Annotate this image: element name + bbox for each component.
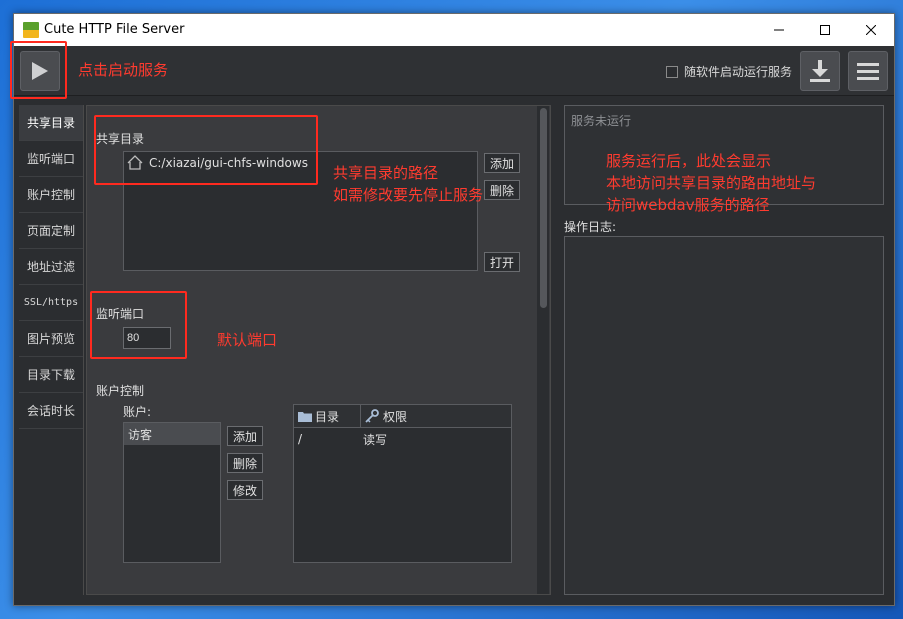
service-annotation-line: 服务运行后，此处会显示 xyxy=(606,152,772,170)
autostart-checkbox[interactable] xyxy=(666,65,678,78)
minimize-icon xyxy=(774,29,784,31)
account-user-list[interactable]: 访客 xyxy=(123,422,221,563)
app-logo-icon xyxy=(23,22,39,38)
folder-icon xyxy=(298,412,312,422)
maximize-icon xyxy=(820,25,830,35)
permission-table-header: 目录 权限 xyxy=(294,405,511,428)
sidebar-item-label: SSL/https xyxy=(23,297,79,308)
sidebar-item-label: 地址过滤 xyxy=(26,260,75,274)
table-cell-dir: / xyxy=(298,432,303,446)
menu-button[interactable] xyxy=(848,51,888,91)
key-icon xyxy=(365,409,379,423)
list-item[interactable]: 访客 xyxy=(124,423,220,445)
download-button[interactable] xyxy=(800,51,840,91)
service-annotation: 服务运行后，此处会显示 本地访问共享目录的路由地址与 访问webdav服务的路径 xyxy=(606,150,816,216)
path-annotation-line: 共享目录的路径 xyxy=(333,164,439,182)
sidebar-item-ssl[interactable]: SSL/https xyxy=(19,285,83,321)
sidebar-item-filter[interactable]: 地址过滤 xyxy=(19,249,83,285)
sidebar-item-label: 会话时长 xyxy=(26,404,75,418)
permission-table[interactable]: 目录 权限 / 读写 xyxy=(293,404,512,563)
service-annotation-line: 本地访问共享目录的路由地址与 xyxy=(606,174,817,192)
service-annotation-line: 访问webdav服务的路径 xyxy=(606,196,770,214)
log-panel[interactable] xyxy=(564,236,884,595)
sidebar-item-label: 目录下载 xyxy=(26,368,75,382)
autostart-option[interactable]: 随软件启动运行服务 xyxy=(666,63,792,80)
sidebar-item-download[interactable]: 目录下载 xyxy=(19,357,83,393)
sidebar-item-label: 页面定制 xyxy=(26,224,75,238)
sidebar-item-image[interactable]: 图片预览 xyxy=(19,321,83,357)
close-button[interactable] xyxy=(848,14,894,46)
port-annotation: 默认端口 xyxy=(217,331,278,349)
account-edit-button[interactable]: 修改 xyxy=(227,480,264,500)
port-highlight-box xyxy=(90,291,187,359)
sidebar-item-label: 监听端口 xyxy=(26,152,75,166)
minimize-button[interactable] xyxy=(756,14,802,46)
toolbar: 点击启动服务 随软件启动运行服务 xyxy=(10,41,894,99)
service-status-text: 服务未运行 xyxy=(571,114,632,128)
sidebar-item-account[interactable]: 账户控制 xyxy=(19,177,83,213)
table-cell-perm: 读写 xyxy=(363,432,388,447)
window-title: Cute HTTP File Server xyxy=(44,22,185,37)
title-bar: Cute HTTP File Server xyxy=(14,14,894,46)
account-delete-button[interactable]: 删除 xyxy=(227,453,264,473)
path-annotation: 共享目录的路径 如需修改要先停止服务 xyxy=(333,162,483,206)
share-dir-highlight-box xyxy=(94,115,318,185)
sidebar-item-label: 共享目录 xyxy=(26,116,75,130)
share-delete-button[interactable]: 删除 xyxy=(484,180,521,200)
close-icon xyxy=(866,25,876,35)
sidebar-item-page[interactable]: 页面定制 xyxy=(19,213,83,249)
column-header-label: 权限 xyxy=(383,409,408,424)
sidebar-item-label: 账户控制 xyxy=(26,188,75,202)
play-highlight-box xyxy=(10,41,67,99)
hamburger-menu-icon xyxy=(857,63,879,80)
account-user-name: 访客 xyxy=(128,427,153,442)
account-add-button[interactable]: 添加 xyxy=(227,426,264,446)
autostart-label: 随软件启动运行服务 xyxy=(684,65,793,79)
settings-sidebar: 共享目录 监听端口 账户控制 页面定制 地址过滤 SSL/https 图片预览 … xyxy=(19,105,84,595)
download-icon xyxy=(810,60,830,82)
sidebar-item-port[interactable]: 监听端口 xyxy=(19,141,83,177)
column-header-perm[interactable]: 权限 xyxy=(361,405,511,427)
table-row[interactable]: / 读写 xyxy=(294,428,511,450)
column-header-label: 目录 xyxy=(315,409,340,424)
maximize-button[interactable] xyxy=(802,14,848,46)
sidebar-item-share-dir[interactable]: 共享目录 xyxy=(19,105,83,141)
share-add-button[interactable]: 添加 xyxy=(484,153,521,173)
sidebar-item-session[interactable]: 会话时长 xyxy=(19,393,83,429)
account-users-label: 账户: xyxy=(123,405,152,419)
share-open-button[interactable]: 打开 xyxy=(484,252,521,272)
column-header-dir[interactable]: 目录 xyxy=(294,405,361,427)
settings-scrollbar[interactable] xyxy=(537,106,549,594)
sidebar-item-label: 图片预览 xyxy=(26,332,75,346)
path-annotation-line: 如需修改要先停止服务 xyxy=(333,186,484,204)
scrollbar-thumb[interactable] xyxy=(540,108,547,308)
account-title: 账户控制 xyxy=(96,384,145,398)
play-annotation: 点击启动服务 xyxy=(78,61,169,79)
log-title: 操作日志: xyxy=(564,220,617,234)
